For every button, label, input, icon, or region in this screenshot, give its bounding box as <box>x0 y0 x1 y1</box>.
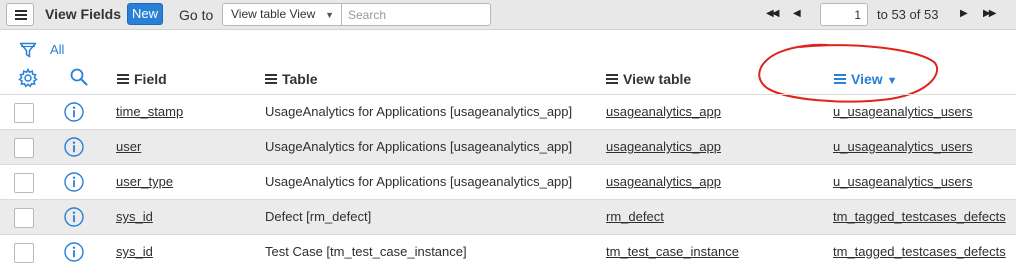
column-header-view[interactable]: View ▼ <box>834 71 898 87</box>
cell-view[interactable]: tm_tagged_testcases_defects <box>833 209 1006 224</box>
cell-field[interactable]: time_stamp <box>116 104 183 119</box>
column-menu-icon[interactable] <box>834 74 846 84</box>
first-page-button[interactable]: ◀◀ <box>766 8 779 19</box>
page-number-input[interactable] <box>820 3 868 26</box>
cell-field[interactable]: user_type <box>116 174 173 189</box>
page-range-text: to 53 of 53 <box>877 7 939 22</box>
menu-icon <box>15 10 27 12</box>
cell-table: UsageAnalytics for Applications [usagean… <box>265 139 573 154</box>
last-page-button[interactable]: ▶▶ <box>983 8 996 19</box>
row-checkbox[interactable] <box>14 243 34 263</box>
info-icon[interactable] <box>63 171 85 196</box>
column-menu-icon[interactable] <box>265 74 277 84</box>
new-button[interactable]: New <box>127 3 163 25</box>
column-header-view-label: View <box>851 71 883 87</box>
cell-view-table[interactable]: usageanalytics_app <box>606 139 721 154</box>
cell-table: UsageAnalytics for Applications [usagean… <box>265 104 573 119</box>
row-checkbox[interactable] <box>14 208 34 228</box>
menu-icon-line <box>15 14 27 16</box>
column-menu-icon[interactable] <box>606 74 618 84</box>
info-icon[interactable] <box>63 241 85 266</box>
previous-page-button[interactable]: ◀ <box>793 8 801 19</box>
filter-icon[interactable] <box>19 41 37 62</box>
context-menu-button[interactable] <box>6 3 34 26</box>
cell-view-table[interactable]: rm_defect <box>606 209 664 224</box>
cell-view[interactable]: tm_tagged_testcases_defects <box>833 244 1006 259</box>
goto-label: Go to <box>179 7 214 23</box>
row-checkbox[interactable] <box>14 103 34 123</box>
column-header-view-table[interactable]: View table <box>606 71 691 87</box>
info-icon[interactable] <box>63 101 85 126</box>
menu-icon-line <box>15 18 27 20</box>
table-row: user UsageAnalytics for Applications [usa… <box>0 129 1016 164</box>
search-icon[interactable] <box>69 67 89 90</box>
cell-view-table[interactable]: tm_test_case_instance <box>606 244 739 259</box>
cell-field[interactable]: sys_id <box>116 209 153 224</box>
cell-field[interactable]: user <box>116 139 141 154</box>
info-icon[interactable] <box>63 136 85 161</box>
sort-down-icon[interactable]: ▼ <box>887 75 898 87</box>
search-input[interactable] <box>341 3 491 26</box>
table-row: time_stamp UsageAnalytics for Application… <box>0 94 1016 129</box>
cell-table: Test Case [tm_test_case_instance] <box>265 244 467 259</box>
cell-field[interactable]: sys_id <box>116 244 153 259</box>
row-checkbox[interactable] <box>14 173 34 193</box>
cell-table: Defect [rm_defect] <box>265 209 372 224</box>
column-header-field-label: Field <box>134 71 167 87</box>
next-page-button[interactable]: ▶ <box>960 8 968 19</box>
column-header-table[interactable]: Table <box>265 71 318 87</box>
info-icon[interactable] <box>63 206 85 231</box>
column-header-table-label: Table <box>282 71 318 87</box>
cell-view[interactable]: u_usageanalytics_users <box>833 104 972 119</box>
goto-field-select-value: View table View <box>231 7 316 21</box>
filter-breadcrumb-all[interactable]: All <box>50 42 64 57</box>
row-checkbox[interactable] <box>14 138 34 158</box>
cell-table: UsageAnalytics for Applications [usagean… <box>265 174 573 189</box>
column-header-view-table-label: View table <box>623 71 692 87</box>
list-header: View Fields New Go to View table View ▼ … <box>0 0 1016 30</box>
chevron-down-icon: ▼ <box>325 10 334 20</box>
table-row: sys_id Test Case [tm_test_case_instance] t… <box>0 234 1016 269</box>
table-row: user_type UsageAnalytics for Applications… <box>0 164 1016 199</box>
goto-field-select[interactable]: View table View ▼ <box>222 3 342 26</box>
column-menu-icon[interactable] <box>117 74 129 84</box>
cell-view[interactable]: u_usageanalytics_users <box>833 174 972 189</box>
gear-icon[interactable] <box>18 67 38 91</box>
cell-view-table[interactable]: usageanalytics_app <box>606 104 721 119</box>
table-row: sys_id Defect [rm_defect] rm_defect tm_tagg… <box>0 199 1016 234</box>
cell-view[interactable]: u_usageanalytics_users <box>833 139 972 154</box>
cell-view-table[interactable]: usageanalytics_app <box>606 174 721 189</box>
column-header-field[interactable]: Field <box>117 71 167 87</box>
page-title: View Fields <box>45 6 121 22</box>
